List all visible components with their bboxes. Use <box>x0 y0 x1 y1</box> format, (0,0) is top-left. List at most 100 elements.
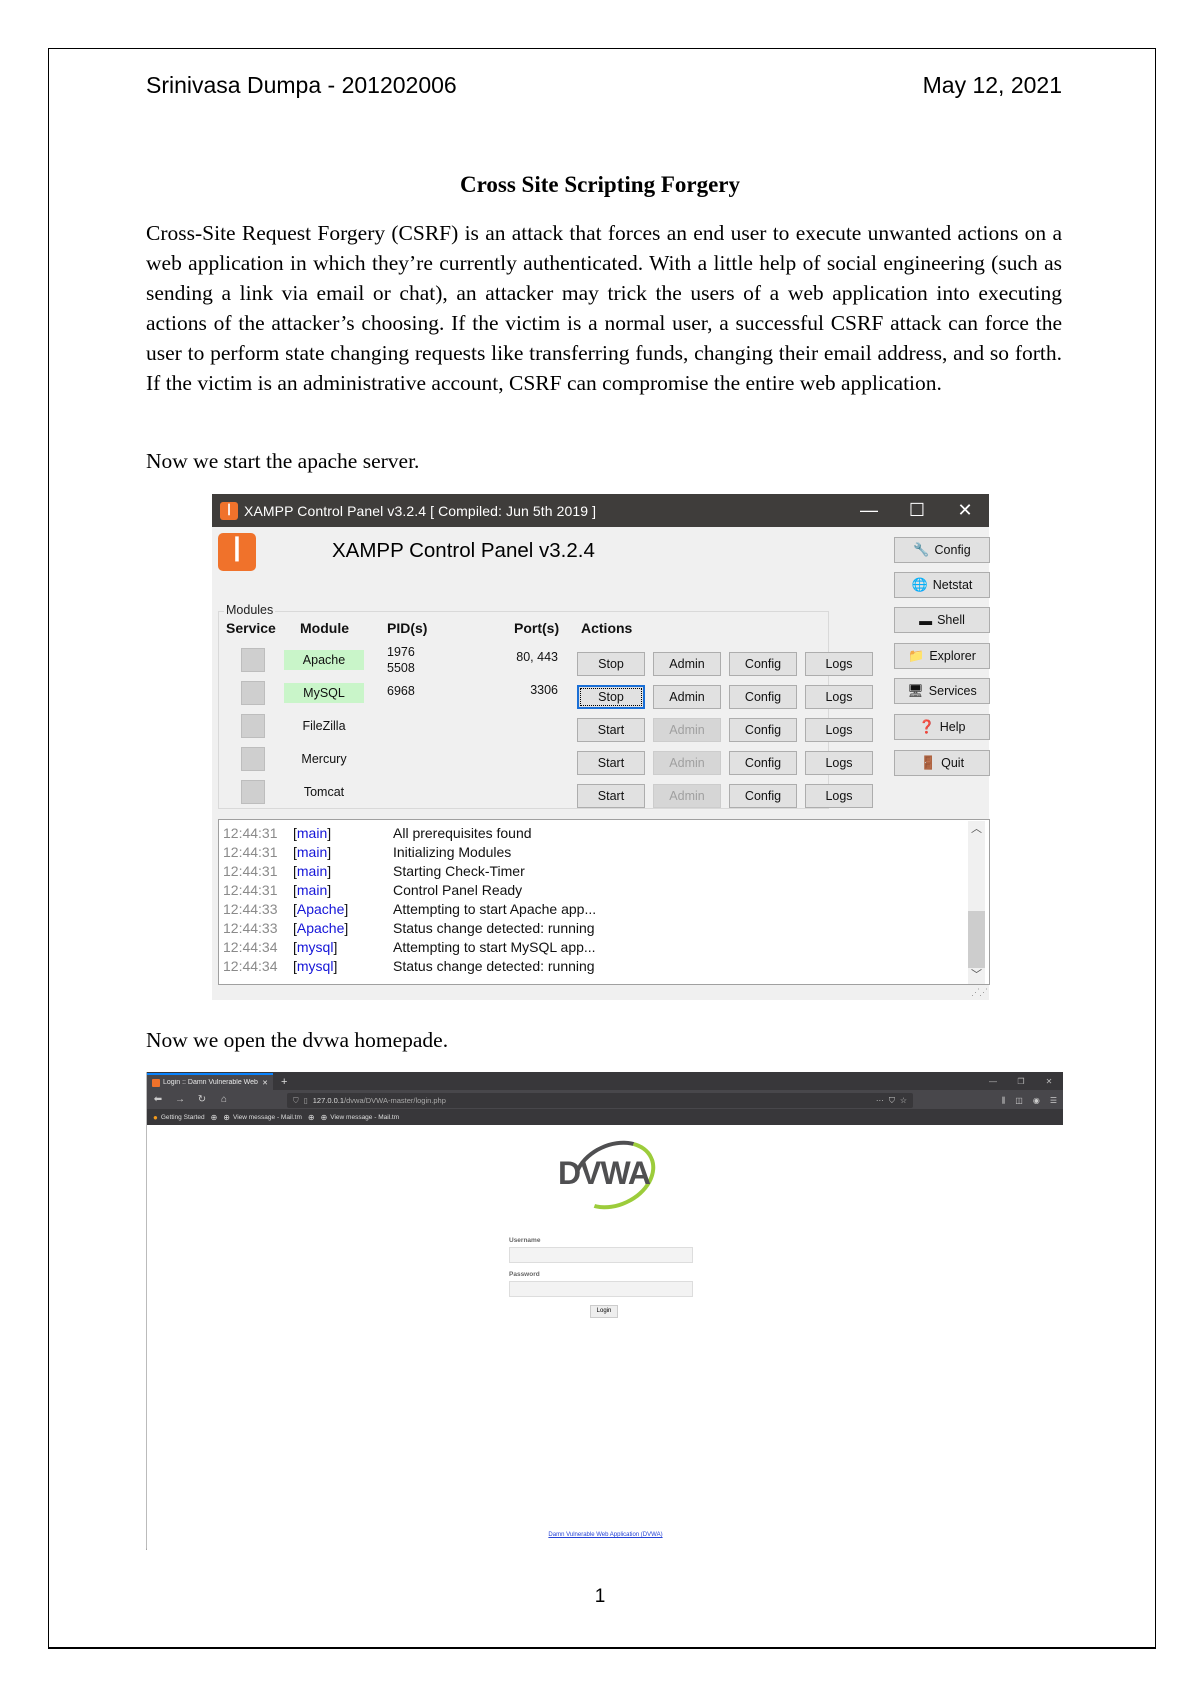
side-quit-button[interactable]: 🚪 Quit <box>894 750 990 776</box>
tab-close-icon[interactable]: ✕ <box>262 1079 268 1087</box>
column-ports: Port(s) <box>514 620 560 636</box>
services-icon: 🖥 <box>907 683 924 698</box>
dvwa-footer-link[interactable]: Damn Vulnerable Web Application (DVWA) <box>147 1532 1064 1538</box>
page-actions-icon[interactable]: ··· <box>876 1096 884 1106</box>
log-message: All prerequisites found <box>393 825 532 841</box>
log-panel: 12:44:31 [main] All prerequisites found 12:… <box>218 819 990 985</box>
module-config-button[interactable]: Config <box>729 652 797 676</box>
shield-icon: ⛉ <box>293 1095 299 1105</box>
side-config-button[interactable]: 🔧 Config <box>894 537 990 563</box>
scroll-thumb[interactable] <box>968 911 985 968</box>
log-source: [main] <box>293 825 332 841</box>
close-button[interactable]: ✕ <box>941 500 989 521</box>
browser-viewport: DVWA Username Password Login <box>147 1125 1063 1550</box>
url-host: 127.0.0.1 <box>312 1096 345 1105</box>
column-pids: PID(s) <box>387 620 428 636</box>
logs-button[interactable]: Logs <box>805 718 873 742</box>
scroll-down-icon[interactable]: ﹀ <box>968 967 985 984</box>
side-help-button[interactable]: ❓ Help <box>894 714 990 740</box>
logs-button[interactable]: Logs <box>805 784 873 808</box>
browser-minimize-button[interactable]: — <box>979 1074 1007 1090</box>
side-button-label: Services <box>928 684 977 698</box>
start-button[interactable]: Start <box>577 718 645 742</box>
browser-restore-button[interactable]: ❐ <box>1007 1074 1035 1090</box>
login-button[interactable]: Login <box>590 1305 618 1318</box>
start-server-paragraph: Now we start the apache server. <box>146 449 420 473</box>
globe-icon[interactable]: ⊕ <box>211 1113 218 1122</box>
terminal-icon: ▬ <box>919 612 933 628</box>
side-button-label: Netstat <box>932 578 973 592</box>
admin-button[interactable]: Admin <box>653 685 721 709</box>
side-shell-button[interactable]: ▬ Shell <box>894 607 990 633</box>
logs-button[interactable]: Logs <box>805 685 873 709</box>
pocket-icon[interactable]: ⛉ <box>889 1096 895 1106</box>
module-name: Tomcat <box>303 785 345 799</box>
module-config-button[interactable]: Config <box>729 685 797 709</box>
service-checkbox[interactable] <box>241 648 265 672</box>
username-input[interactable] <box>509 1247 693 1263</box>
admin-button[interactable]: Admin <box>653 718 721 742</box>
modules-label: Modules <box>224 603 276 617</box>
service-checkbox[interactable] <box>241 780 265 804</box>
browser-tabbar: Login :: Damn Vulnerable Web ✕ + — ❐ ✕ <box>147 1072 1063 1090</box>
dvwa-favicon-icon <box>152 1078 160 1087</box>
admin-button[interactable]: Admin <box>653 751 721 775</box>
log-row: 12:44:31 [main] Starting Check-Timer <box>223 862 989 881</box>
folder-icon: 📁 <box>908 648 925 663</box>
log-source: [main] <box>293 844 332 860</box>
globe-icon: ⊕ <box>223 1112 230 1122</box>
url-bar[interactable]: ⛉ ▯ 127.0.0.1/dvwa/DVWA-master/login.php… <box>287 1093 913 1108</box>
wrench-icon: 🔧 <box>913 542 930 557</box>
minimize-button[interactable]: — <box>845 500 893 521</box>
module-ports: 80, 443 <box>516 650 558 664</box>
log-time: 12:44:31 <box>223 863 278 879</box>
globe-icon[interactable]: ⊕ <box>308 1113 315 1122</box>
sidebar-icon[interactable]: ◫ <box>1015 1093 1023 1108</box>
log-scrollbar[interactable]: ︿ ﹀ <box>968 821 985 984</box>
admin-button[interactable]: Admin <box>653 784 721 808</box>
bookmark-star-icon[interactable]: ☆ <box>900 1096 907 1106</box>
stop-button[interactable]: Stop <box>577 652 645 676</box>
browser-tab[interactable]: Login :: Damn Vulnerable Web ✕ <box>147 1073 273 1090</box>
bookmark-mail-2[interactable]: ⊕ View message - Mail.tm <box>321 1113 400 1122</box>
service-checkbox[interactable] <box>241 747 265 771</box>
bookmark-mail-1[interactable]: ⊕ View message - Mail.tm <box>223 1113 302 1122</box>
side-services-button[interactable]: 🖥 Services <box>894 678 990 704</box>
browser-close-button[interactable]: ✕ <box>1035 1074 1063 1090</box>
start-button[interactable]: Start <box>577 784 645 808</box>
reload-button[interactable]: ↻ <box>195 1094 209 1105</box>
service-checkbox[interactable] <box>241 681 265 705</box>
log-row: 12:44:34 [mysql] Status change detected: r… <box>223 957 989 976</box>
back-button[interactable]: ⬅ <box>151 1094 165 1105</box>
library-icon[interactable]: ⫼ <box>1002 1093 1006 1108</box>
modules-group <box>218 611 829 809</box>
account-icon[interactable]: ◉ <box>1033 1093 1040 1108</box>
forward-button[interactable]: → <box>173 1094 187 1105</box>
module-config-button[interactable]: Config <box>729 784 797 808</box>
log-time: 12:44:34 <box>223 939 278 955</box>
maximize-button[interactable]: ☐ <box>893 500 941 521</box>
column-service: Service <box>226 620 276 636</box>
bookmark-getting-started[interactable]: ● Getting Started <box>153 1113 205 1122</box>
xampp-window: ꟾ XAMPP Control Panel v3.2.4 [ Compiled:… <box>212 494 990 1000</box>
start-button[interactable]: Start <box>577 751 645 775</box>
scroll-up-icon[interactable]: ︿ <box>968 821 985 838</box>
side-explorer-button[interactable]: 📁 Explorer <box>894 643 990 669</box>
intro-paragraph: Cross-Site Request Forgery (CSRF) is an … <box>146 221 1062 395</box>
service-checkbox[interactable] <box>241 714 265 738</box>
side-netstat-button[interactable]: 🌐 Netstat <box>894 572 990 598</box>
password-input[interactable] <box>509 1281 693 1297</box>
xampp-logo-icon: ꟾ <box>220 501 238 520</box>
admin-button[interactable]: Admin <box>653 652 721 676</box>
resize-grip-icon[interactable]: ⋰⋰ <box>971 987 988 998</box>
stop-button[interactable]: Stop <box>577 685 645 709</box>
logs-button[interactable]: Logs <box>805 751 873 775</box>
menu-icon[interactable]: ☰ <box>1050 1093 1057 1108</box>
logs-button[interactable]: Logs <box>805 652 873 676</box>
module-config-button[interactable]: Config <box>729 718 797 742</box>
module-config-button[interactable]: Config <box>729 751 797 775</box>
log-message: Status change detected: running <box>393 920 595 936</box>
log-message: Status change detected: running <box>393 958 595 974</box>
home-button[interactable]: ⌂ <box>217 1094 231 1105</box>
new-tab-button[interactable]: + <box>273 1074 295 1090</box>
